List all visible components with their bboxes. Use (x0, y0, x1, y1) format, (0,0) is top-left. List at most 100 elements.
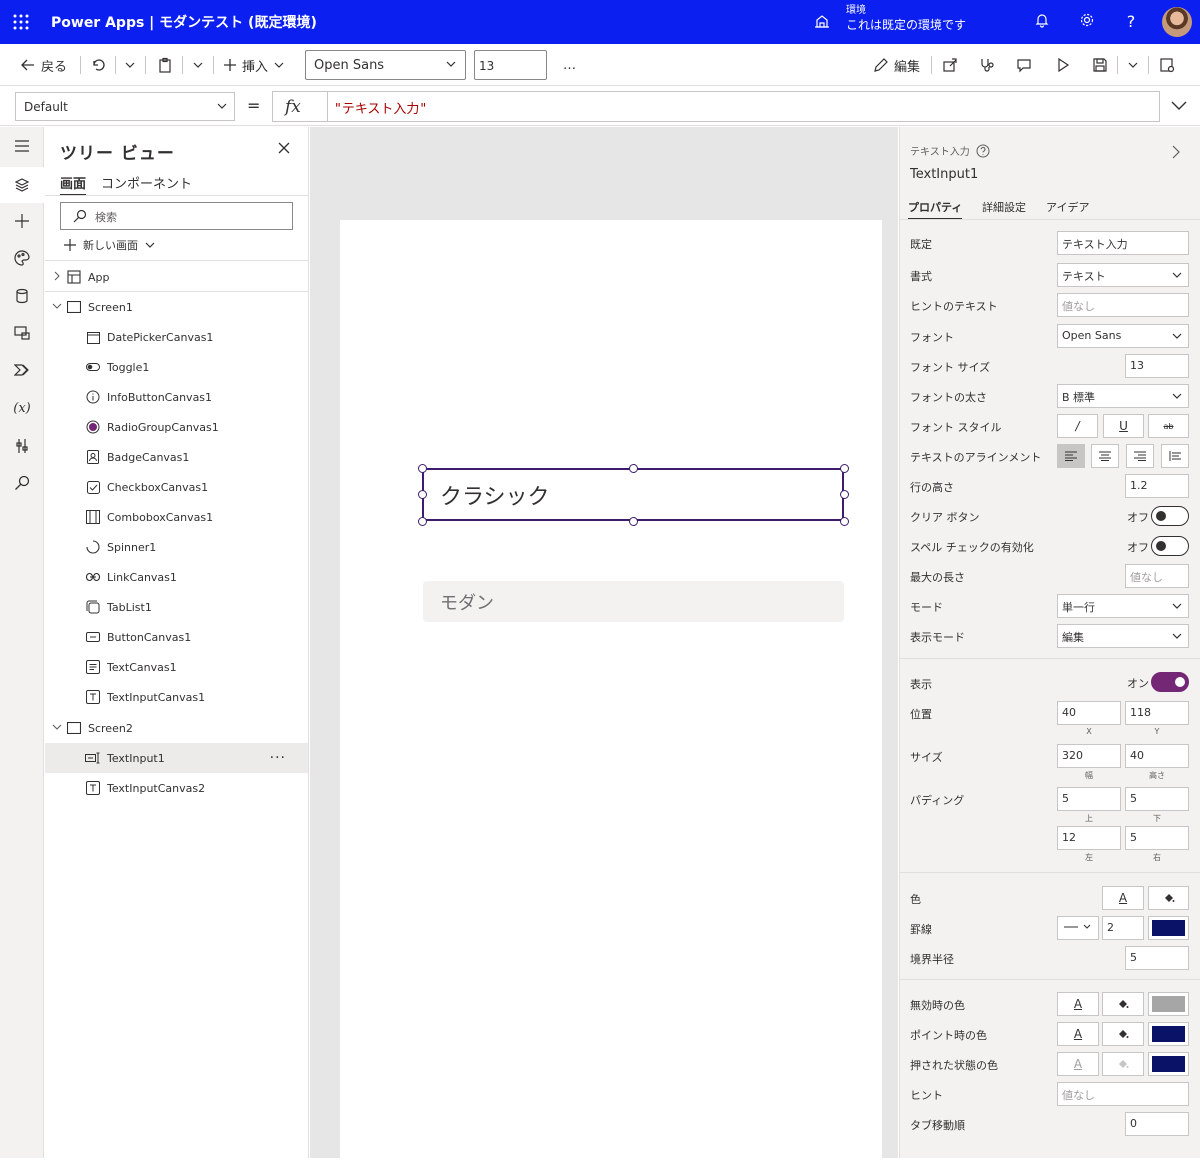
help-icon[interactable]: ? (1121, 12, 1141, 32)
border-width-input[interactable]: 2 (1102, 916, 1144, 940)
database-icon[interactable] (11, 285, 33, 307)
search-icon[interactable] (11, 472, 33, 494)
clear-button-toggle[interactable] (1151, 506, 1189, 526)
italic-button[interactable]: / (1057, 414, 1098, 438)
mode-select[interactable]: 単一行 (1057, 594, 1189, 618)
tree-item-infobutton[interactable]: InfoButtonCanvas1 (45, 382, 308, 412)
tree-item-tablist[interactable]: TabList1 (45, 592, 308, 622)
control-name[interactable]: TextInput1 (910, 167, 978, 182)
environment-picker[interactable]: 環境 これは既定の環境です (846, 4, 966, 32)
share-button[interactable] (942, 55, 958, 75)
align-center-button[interactable] (1091, 444, 1119, 468)
y-input[interactable]: 118 (1125, 701, 1189, 725)
tree-item-combobox[interactable]: ComboboxCanvas1 (45, 502, 308, 532)
hamburger-icon[interactable] (11, 135, 33, 157)
tools-icon[interactable] (11, 435, 33, 457)
tree-item-app[interactable]: App (45, 262, 308, 292)
tree-item-button[interactable]: ButtonCanvas1 (45, 622, 308, 652)
environment-icon[interactable] (814, 14, 830, 33)
tree-item-screen2[interactable]: Screen2 (45, 713, 308, 743)
hover-fill-button[interactable] (1102, 1022, 1144, 1046)
function-button[interactable]: fx (272, 91, 327, 122)
edit-button[interactable]: 編集 (873, 55, 920, 75)
hover-text-color-button[interactable]: A (1057, 1022, 1099, 1046)
pressed-text-color-button[interactable]: A (1057, 1052, 1099, 1076)
screen-canvas[interactable]: クラシック モダン (340, 220, 882, 1170)
back-button[interactable]: 戻る (20, 55, 67, 75)
x-input[interactable]: 40 (1057, 701, 1121, 725)
spellcheck-toggle[interactable] (1151, 536, 1189, 556)
pressed-fill-button[interactable] (1102, 1052, 1144, 1076)
tree-search-input[interactable]: 検索 (60, 202, 293, 230)
waffle-icon[interactable] (12, 13, 30, 31)
padding-right-input[interactable]: 5 (1125, 826, 1189, 850)
tree-item-textinput2[interactable]: TextInputCanvas2 (45, 773, 308, 803)
tab-advanced[interactable]: 詳細設定 (982, 199, 1026, 215)
fill-color-button[interactable] (1148, 886, 1189, 910)
resize-handle[interactable] (840, 490, 849, 499)
max-length-input[interactable]: 値なし (1125, 564, 1189, 588)
tree-view-icon[interactable] (0, 167, 44, 203)
format-select[interactable]: テキスト (1057, 263, 1189, 287)
close-icon[interactable] (277, 141, 291, 158)
help-circle-icon[interactable] (976, 144, 990, 158)
font-size-input[interactable]: 13 (1125, 354, 1189, 378)
tree-item-text[interactable]: TextCanvas1 (45, 652, 308, 682)
classic-text-input[interactable]: クラシック (422, 468, 844, 521)
variables-icon[interactable]: (x) (11, 397, 33, 419)
modern-text-input[interactable]: モダン (423, 581, 844, 622)
border-radius-input[interactable]: 5 (1125, 946, 1189, 970)
resize-handle[interactable] (629, 464, 638, 473)
paste-dropdown[interactable] (192, 55, 204, 75)
insert-button[interactable]: 挿入 (223, 55, 285, 75)
property-select[interactable]: Default (15, 92, 235, 121)
padding-top-input[interactable]: 5 (1057, 787, 1121, 811)
tab-ideas[interactable]: アイデア (1046, 199, 1089, 215)
insert-icon[interactable] (11, 210, 33, 232)
gear-icon[interactable] (1077, 12, 1097, 32)
media-icon[interactable] (11, 322, 33, 344)
more-options-button[interactable]: ··· (270, 750, 286, 766)
power-automate-icon[interactable] (11, 359, 33, 381)
height-input[interactable]: 40 (1125, 744, 1189, 768)
formula-input[interactable]: "テキスト入力" (327, 91, 1160, 122)
display-mode-select[interactable]: 編集 (1057, 624, 1189, 648)
tooltip-input[interactable]: 値なし (1057, 1082, 1189, 1106)
font-select[interactable]: Open Sans (305, 50, 466, 80)
tab-properties[interactable]: プロパティ (908, 199, 963, 220)
align-right-button[interactable] (1126, 444, 1154, 468)
preview-button[interactable] (1055, 55, 1071, 75)
hint-text-input[interactable]: 値なし (1057, 293, 1189, 317)
visible-toggle[interactable] (1151, 672, 1189, 692)
align-justify-button[interactable] (1161, 444, 1189, 468)
padding-bottom-input[interactable]: 5 (1125, 787, 1189, 811)
expand-formula-button[interactable] (1170, 98, 1188, 115)
tree-item-spinner[interactable]: Spinner1 (45, 532, 308, 562)
tab-index-input[interactable]: 0 (1125, 1112, 1189, 1136)
comments-button[interactable] (1016, 55, 1032, 75)
width-input[interactable]: 320 (1057, 744, 1121, 768)
save-dropdown[interactable] (1127, 55, 1139, 75)
text-color-button[interactable]: A (1102, 886, 1144, 910)
disabled-text-color-button[interactable]: A (1057, 992, 1099, 1016)
resize-handle[interactable] (840, 517, 849, 526)
tree-item-link[interactable]: LinkCanvas1 (45, 562, 308, 592)
tree-item-checkbox[interactable]: CheckboxCanvas1 (45, 472, 308, 502)
resize-handle[interactable] (418, 517, 427, 526)
chevron-right-icon[interactable] (1170, 145, 1182, 162)
tree-item-textinput1[interactable]: TextInput1 ··· (45, 743, 308, 773)
tab-screens[interactable]: 画面 (60, 173, 87, 196)
tab-components[interactable]: コンポーネント (101, 173, 192, 192)
strikethrough-button[interactable]: ab (1148, 414, 1189, 438)
app-checker-button[interactable] (979, 55, 995, 75)
hover-color-swatch[interactable] (1148, 1022, 1189, 1046)
disabled-fill-button[interactable] (1102, 992, 1144, 1016)
resize-handle[interactable] (840, 464, 849, 473)
pressed-color-swatch[interactable] (1148, 1052, 1189, 1076)
more-button[interactable]: … (563, 55, 576, 75)
undo-button[interactable] (90, 55, 106, 75)
resize-handle[interactable] (418, 464, 427, 473)
border-color-swatch[interactable] (1148, 916, 1189, 940)
bell-icon[interactable] (1032, 12, 1052, 32)
avatar[interactable] (1162, 7, 1192, 37)
